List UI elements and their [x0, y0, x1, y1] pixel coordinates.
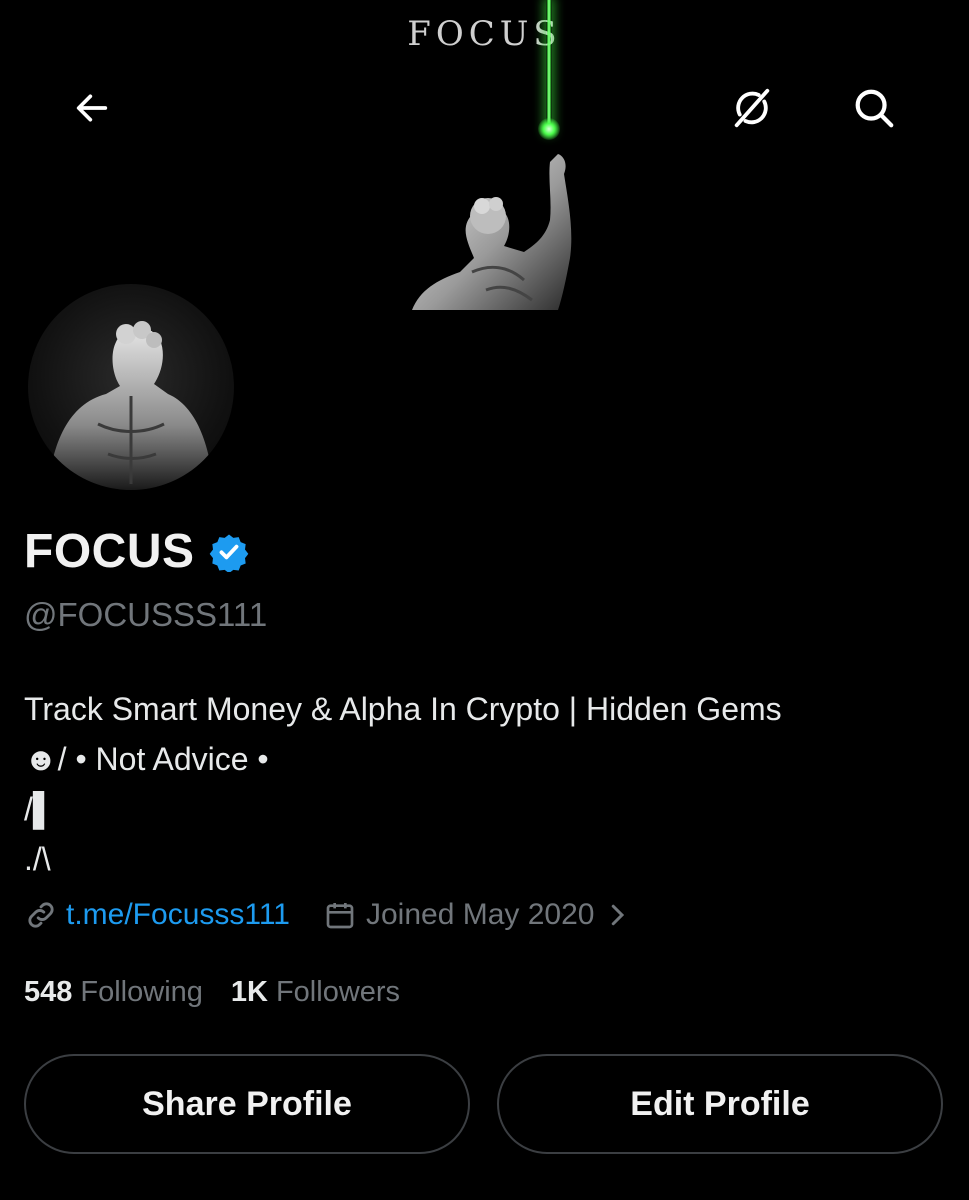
banner-title: FOCUS: [407, 14, 562, 54]
profile-bio: Track Smart Money & Alpha In Crypto | Hi…: [24, 684, 782, 884]
edit-profile-button[interactable]: Edit Profile: [497, 1054, 943, 1154]
followers-label: Followers: [275, 976, 401, 1008]
link-icon: [28, 902, 54, 928]
joined-date[interactable]: Joined May 2020: [324, 898, 633, 932]
laser-glow: [538, 118, 560, 140]
share-profile-button[interactable]: Share Profile: [24, 1054, 470, 1154]
following-count: 548: [24, 976, 73, 1008]
grok-button[interactable]: [724, 80, 780, 136]
verified-badge-icon[interactable]: [209, 532, 249, 572]
follow-stats: 548 Following 1K Followers: [24, 976, 400, 1009]
profile-name-row: FOCUS: [24, 524, 249, 579]
grok-icon: [734, 88, 770, 128]
search-button[interactable]: [846, 80, 902, 136]
bio-line: ./\: [24, 841, 51, 877]
profile-link[interactable]: t.me/Focusss111: [66, 898, 290, 932]
back-button[interactable]: [64, 80, 120, 136]
bio-line: ☻/ • Not Advice •: [24, 741, 269, 777]
following-label: Following: [80, 976, 203, 1008]
bio-line: Track Smart Money & Alpha In Crypto | Hi…: [24, 691, 782, 727]
avatar-statue-image: [48, 321, 214, 490]
followers-link[interactable]: 1K Followers: [231, 976, 400, 1009]
joined-date-text: Joined May 2020: [365, 898, 595, 931]
bio-line: /▌: [24, 791, 56, 827]
green-laser-beam: [546, 0, 552, 132]
display-name: FOCUS: [24, 525, 195, 578]
profile-banner[interactable]: FOCUS: [0, 0, 969, 310]
calendar-icon: [326, 903, 354, 929]
avatar[interactable]: [24, 280, 238, 494]
profile-meta-row: t.me/Focusss111 Joined May 2020: [24, 898, 632, 932]
following-link[interactable]: 548 Following: [24, 976, 203, 1009]
chevron-right-icon: [612, 904, 625, 926]
user-handle: @FOCUSSS111: [24, 596, 268, 633]
statue-illustration: [412, 154, 572, 310]
followers-count: 1K: [230, 976, 268, 1008]
arrow-left-icon: [76, 94, 108, 122]
search-icon: [855, 89, 894, 128]
